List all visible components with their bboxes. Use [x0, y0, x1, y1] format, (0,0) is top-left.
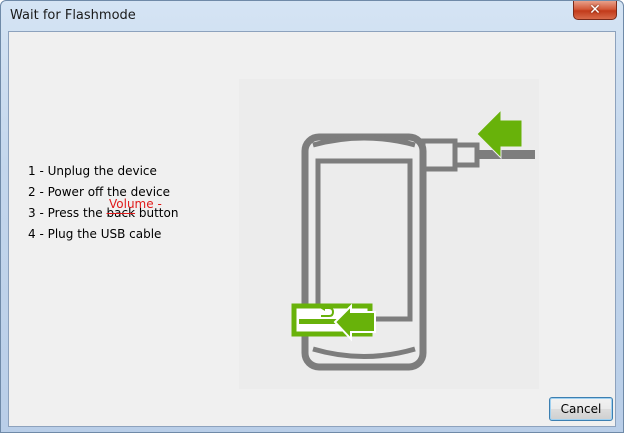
- dialog-content: 1 - Unplug the device 2 - Power off the …: [8, 31, 616, 427]
- dialog-window: Wait for Flashmode ✕ 1 - Unplug the devi…: [0, 0, 624, 433]
- step-1: 1 - Unplug the device: [28, 164, 157, 178]
- back-key-icon: [291, 303, 376, 342]
- cancel-button[interactable]: Cancel: [549, 397, 613, 421]
- close-button[interactable]: ✕: [573, 1, 617, 20]
- step-3: 3 - Press the back button Volume -: [28, 197, 178, 226]
- title-bar[interactable]: Wait for Flashmode ✕: [1, 1, 623, 31]
- flashmode-illustration: [239, 79, 539, 389]
- window-title: Wait for Flashmode: [10, 8, 136, 23]
- step-4: 4 - Plug the USB cable: [28, 227, 162, 241]
- illustration-svg: [291, 108, 535, 371]
- instruction-list: 1 - Unplug the device 2 - Power off the …: [28, 163, 178, 247]
- step-3-prefix: 3 - Press the: [28, 206, 107, 220]
- close-icon: ✕: [589, 2, 601, 18]
- volume-annotation: Volume -: [109, 197, 162, 211]
